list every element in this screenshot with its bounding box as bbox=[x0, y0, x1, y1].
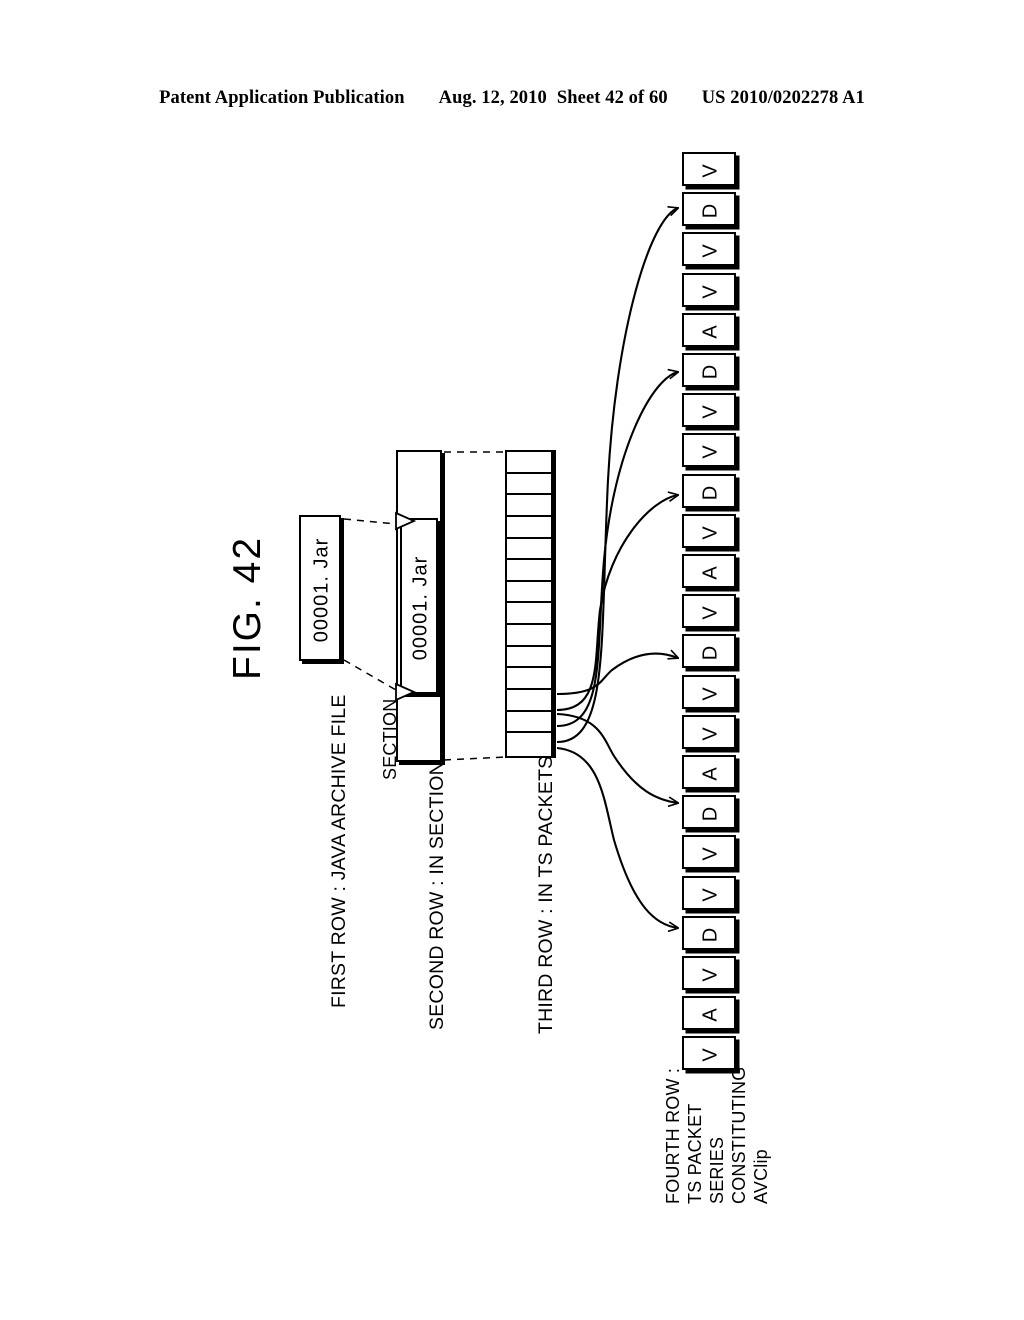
ts-packet-box-label: D bbox=[699, 203, 722, 219]
fourth-row-caption-line-3: SERIES bbox=[707, 1136, 727, 1204]
ts-packet-box-label: D bbox=[699, 927, 722, 943]
ts-packet-box: V bbox=[682, 1036, 736, 1071]
ts-packet-box-label: V bbox=[699, 284, 722, 299]
ts-packet-box-label: V bbox=[699, 686, 722, 701]
ts-packet-cell bbox=[507, 517, 551, 539]
ts-packet-box: V bbox=[682, 674, 736, 709]
patent-number: US 2010/0202278 A1 bbox=[701, 88, 865, 108]
ts-packet-box-label: V bbox=[699, 445, 722, 460]
first-row-caption: FIRST ROW : JAVA ARCHIVE FILE bbox=[328, 694, 350, 1008]
ts-packet-cell bbox=[507, 712, 551, 734]
ts-packet-cell bbox=[507, 495, 551, 517]
ts-packet-cell bbox=[507, 625, 551, 647]
fan-arrow-2 bbox=[556, 372, 678, 728]
ts-packet-box: V bbox=[682, 956, 736, 990]
section-jar-label: 00001. Jar bbox=[409, 555, 432, 661]
java-archive-file-box: 00001. Jar bbox=[299, 515, 341, 661]
ts-packet-box-label: A bbox=[699, 566, 722, 580]
ts-packet-box-label: V bbox=[699, 244, 722, 259]
fourth-row-caption: FOURTH ROW : TS PACKET SERIES CONSTITUTI… bbox=[662, 1067, 772, 1204]
fan-arrow-4 bbox=[556, 654, 678, 696]
fan-arrow-group bbox=[556, 208, 678, 928]
ts-packet-box: V bbox=[682, 232, 736, 267]
ts-packet-cell bbox=[507, 733, 551, 755]
ts-packet-box: V bbox=[682, 714, 736, 749]
ts-packet-box: V bbox=[682, 272, 736, 307]
fan-arrow-3 bbox=[556, 495, 678, 712]
dashed-leader-top bbox=[343, 518, 397, 525]
sheet-number: Sheet 42 of 60 bbox=[556, 88, 668, 108]
fourth-row-caption-line-1: FOURTH ROW : bbox=[663, 1067, 683, 1204]
ts-packet-box-label: D bbox=[699, 646, 722, 661]
ts-packet-box-label: D bbox=[699, 485, 722, 500]
fan-arrow-6 bbox=[556, 746, 678, 928]
fourth-row-caption-line-4: CONSTITUTING bbox=[729, 1066, 749, 1204]
ts-packet-cell bbox=[507, 539, 551, 561]
ts-packet-box: V bbox=[682, 594, 736, 629]
ts-packet-box-label: V bbox=[699, 164, 722, 178]
publication-title: Patent Application Publication bbox=[159, 88, 405, 108]
ts-packet-box-label: D bbox=[699, 806, 722, 822]
ts-packet-box-label: D bbox=[699, 364, 722, 380]
ts-packet-cell bbox=[507, 560, 551, 582]
ts-packet-cell bbox=[507, 582, 551, 604]
ts-packet-column bbox=[505, 450, 553, 758]
figure-label: FIG. 42 bbox=[226, 535, 269, 680]
ts-packet-box-label: V bbox=[699, 405, 722, 419]
ts-packet-box-label: A bbox=[699, 1008, 722, 1022]
fourth-row-caption-line-2: TS PACKET bbox=[685, 1103, 705, 1204]
ts-packet-box: A bbox=[682, 755, 736, 789]
ts-packet-cell bbox=[507, 452, 551, 474]
ts-packet-box: A bbox=[682, 312, 736, 347]
dashed-leader-section-bottom bbox=[443, 756, 506, 761]
ts-packet-box: D bbox=[682, 192, 736, 227]
ts-packet-box-label: V bbox=[699, 887, 722, 902]
ts-packet-box-label: V bbox=[699, 1048, 722, 1063]
dashed-leader-bottom bbox=[343, 659, 397, 691]
ts-packet-box: V bbox=[682, 393, 736, 428]
ts-packet-box-label: V bbox=[699, 968, 722, 982]
ts-packet-box: A bbox=[682, 996, 736, 1031]
ts-packet-cell bbox=[507, 647, 551, 669]
ts-packet-box: V bbox=[682, 513, 736, 548]
publication-date: Aug. 12, 2010 bbox=[438, 88, 547, 108]
second-row-caption: SECOND ROW : IN SECTIONS bbox=[426, 747, 448, 1030]
ts-packet-box-label: A bbox=[699, 767, 722, 781]
third-row-caption: THIRD ROW : IN TS PACKETS bbox=[535, 755, 557, 1034]
ts-packet-cell bbox=[507, 668, 551, 691]
ts-packet-box-label: A bbox=[699, 325, 722, 339]
fourth-row-caption-line-5: AVClip bbox=[751, 1149, 771, 1204]
ts-packet-box: D bbox=[682, 473, 736, 508]
ts-packet-box-label: V bbox=[699, 847, 722, 862]
ts-packet-cell bbox=[507, 603, 551, 626]
ts-packet-cell bbox=[507, 690, 551, 712]
ts-packet-box: D bbox=[682, 915, 736, 950]
ts-packet-cell bbox=[507, 474, 551, 496]
ts-packet-box-label: V bbox=[699, 606, 722, 620]
ts-packet-box: V bbox=[682, 433, 736, 468]
fan-arrow-1 bbox=[556, 208, 678, 744]
patent-header: Patent Application Publication Aug. 12, 2… bbox=[0, 88, 1024, 109]
ts-packet-box-label: V bbox=[699, 526, 722, 540]
ts-packet-box: D bbox=[682, 634, 736, 669]
ts-packet-box: V bbox=[682, 835, 736, 870]
java-archive-file-label: 00001. Jar bbox=[310, 537, 333, 643]
ts-packet-box: V bbox=[682, 152, 736, 186]
fan-arrow-5 bbox=[556, 712, 678, 803]
ts-packet-box: D bbox=[682, 353, 736, 387]
section-jar-box: 00001. Jar bbox=[400, 518, 438, 694]
ts-packet-box: A bbox=[682, 554, 736, 588]
ts-packet-box: V bbox=[682, 875, 736, 910]
ts-packet-box: D bbox=[682, 795, 736, 830]
ts-packet-box-label: V bbox=[699, 727, 722, 741]
